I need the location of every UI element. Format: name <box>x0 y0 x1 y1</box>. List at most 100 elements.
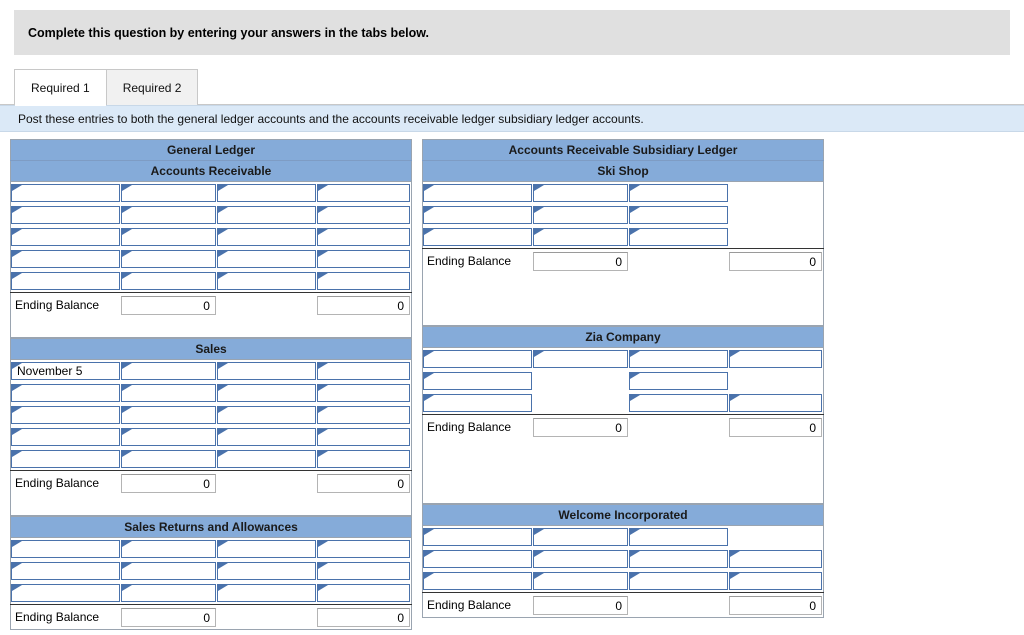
ledger-input-accounts-receivable-r3-c2[interactable] <box>120 228 216 246</box>
ledger-input-zia-company-r2-c1[interactable] <box>423 372 532 390</box>
ledger-input-welcome-incorporated-r3-c3[interactable] <box>629 572 729 590</box>
ledger-input-sales-r5-c1[interactable] <box>11 450 120 468</box>
ending-balance-spacer-cell <box>216 470 318 495</box>
ledger-input-sales-r1-c4[interactable] <box>317 362 410 380</box>
ledger-input-sales-returns-and-allowances-r2-c4[interactable] <box>317 562 410 580</box>
ledger-input-accounts-receivable-r2-c3[interactable] <box>216 206 317 224</box>
ledger-input-accounts-receivable-r1-c3[interactable] <box>216 184 317 202</box>
ledger-input-sales-returns-and-allowances-r3-c2[interactable] <box>120 584 216 602</box>
ledger-input-zia-company-r3-c4[interactable] <box>729 394 822 412</box>
ledger-input-sales-returns-and-allowances-r2-c2[interactable] <box>120 562 216 580</box>
ledger-input-sales-returns-and-allowances-r1-c3[interactable] <box>217 540 317 558</box>
ledger-input-accounts-receivable-r5-c1[interactable] <box>11 272 120 290</box>
ledger-cell <box>729 370 823 392</box>
question-banner: Complete this question by entering your … <box>14 10 1010 55</box>
ledger-input-accounts-receivable-r4-c4[interactable] <box>317 250 410 268</box>
ledger-input-welcome-incorporated-r3-c2[interactable] <box>532 572 628 590</box>
ledger-input-sales-returns-and-allowances-r2-c1[interactable] <box>11 562 120 580</box>
ledger-input-sales-r5-c4[interactable] <box>317 450 410 468</box>
ledger-input-accounts-receivable-r5-c3[interactable] <box>216 272 317 290</box>
ledger-input-sales-r3-c4[interactable] <box>317 406 410 424</box>
ledger-input-welcome-incorporated-r3-c1[interactable] <box>423 572 532 590</box>
ledger-input-sales-r5-c3[interactable] <box>216 450 317 468</box>
ledger-input-sales-returns-and-allowances-r1-c1[interactable] <box>11 540 120 558</box>
ledger-input-accounts-receivable-r1-c1[interactable] <box>11 184 120 202</box>
ledger-input-ski-shop-r1-c2[interactable] <box>532 184 628 202</box>
tab-required-2[interactable]: Required 2 <box>105 69 199 105</box>
ledger-input-accounts-receivable-r3-c4[interactable] <box>317 228 410 246</box>
ledger-input-sales-returns-and-allowances-r3-c4[interactable] <box>317 584 410 602</box>
ledger-input-sales-r1-c1[interactable]: November 5 <box>11 362 120 380</box>
ledger-input-zia-company-r3-c3[interactable] <box>628 394 729 412</box>
ledger-row <box>11 248 412 270</box>
ledger-input-accounts-receivable-r3-c3[interactable] <box>216 228 317 246</box>
ledger-cell <box>217 582 317 605</box>
ledger-cell <box>423 370 533 392</box>
ledger-input-zia-company-r1-c3[interactable] <box>628 350 729 368</box>
ledger-input-zia-company-r1-c2[interactable] <box>532 350 628 368</box>
ledger-input-welcome-incorporated-r1-c1[interactable] <box>423 528 532 546</box>
ledger-input-zia-company-r2-c3[interactable] <box>628 372 729 390</box>
ledger-input-accounts-receivable-r5-c2[interactable] <box>120 272 216 290</box>
ledger-input-accounts-receivable-r2-c1[interactable] <box>11 206 120 224</box>
ledger-input-ski-shop-r3-c1[interactable] <box>423 228 532 246</box>
ledger-input-welcome-incorporated-r1-c2[interactable] <box>532 528 628 546</box>
ending-balance-debit-cell: 0 <box>120 604 217 630</box>
ledger-input-accounts-receivable-r5-c4[interactable] <box>317 272 410 290</box>
ledger-input-sales-r1-c3[interactable] <box>216 362 317 380</box>
ledger-input-ski-shop-r2-c1[interactable] <box>423 206 532 224</box>
ledger-cell <box>216 404 317 426</box>
ledger-input-accounts-receivable-r1-c4[interactable] <box>317 184 410 202</box>
ledger-input-welcome-incorporated-r3-c4[interactable] <box>729 572 822 590</box>
ledger-cell <box>120 226 217 248</box>
ledger-input-ski-shop-r3-c3[interactable] <box>629 228 729 246</box>
ledger-input-sales-r2-c1[interactable] <box>11 384 120 402</box>
ledger-input-accounts-receivable-r2-c2[interactable] <box>120 206 216 224</box>
ledger-row <box>423 226 824 249</box>
ledger-input-sales-r1-c2[interactable] <box>120 362 216 380</box>
account-header-ski-shop: Ski Shop <box>422 160 824 182</box>
ledger-input-welcome-incorporated-r2-c4[interactable] <box>729 550 822 568</box>
ledger-input-sales-r4-c1[interactable] <box>11 428 120 446</box>
ledger-input-sales-returns-and-allowances-r1-c2[interactable] <box>120 540 216 558</box>
ledger-input-zia-company-r1-c1[interactable] <box>423 350 532 368</box>
ledger-input-sales-r2-c3[interactable] <box>216 384 317 402</box>
ledger-input-sales-r5-c2[interactable] <box>120 450 216 468</box>
instruction-text: Post these entries to both the general l… <box>18 111 644 126</box>
ledger-input-sales-returns-and-allowances-r3-c3[interactable] <box>217 584 317 602</box>
ledger-input-sales-returns-and-allowances-r2-c3[interactable] <box>217 562 317 580</box>
ledger-input-welcome-incorporated-r2-c3[interactable] <box>629 550 729 568</box>
ledger-input-sales-r4-c4[interactable] <box>317 428 410 446</box>
ledger-input-ski-shop-r1-c1[interactable] <box>423 184 532 202</box>
ledger-input-welcome-incorporated-r2-c1[interactable] <box>423 550 532 568</box>
tab-required-1[interactable]: Required 1 <box>14 69 107 106</box>
ledger-input-sales-r2-c2[interactable] <box>120 384 216 402</box>
ledger-input-accounts-receivable-r3-c1[interactable] <box>11 228 120 246</box>
ledger-input-zia-company-r3-c1[interactable] <box>423 394 532 412</box>
ledger-cell <box>11 582 121 605</box>
ledger-input-ski-shop-r2-c3[interactable] <box>629 206 729 224</box>
general-ledger-column: General Ledger Accounts Receivable Ending … <box>10 139 412 630</box>
ending-balance-label: Ending Balance <box>10 292 121 317</box>
ledger-input-accounts-receivable-r1-c2[interactable] <box>120 184 216 202</box>
ledger-input-accounts-receivable-r4-c3[interactable] <box>216 250 317 268</box>
ledger-input-ski-shop-r2-c2[interactable] <box>532 206 628 224</box>
ledger-input-accounts-receivable-r2-c4[interactable] <box>317 206 410 224</box>
ledger-input-sales-r2-c4[interactable] <box>317 384 410 402</box>
ledger-input-sales-r4-c2[interactable] <box>120 428 216 446</box>
ledger-input-sales-returns-and-allowances-r3-c1[interactable] <box>11 584 120 602</box>
ledger-input-ski-shop-r1-c3[interactable] <box>629 184 729 202</box>
ledger-input-sales-r3-c2[interactable] <box>120 406 216 424</box>
ledger-input-sales-r3-c1[interactable] <box>11 406 120 424</box>
ledger-input-zia-company-r1-c4[interactable] <box>729 350 822 368</box>
ledger-input-accounts-receivable-r4-c1[interactable] <box>11 250 120 268</box>
ledger-cell <box>423 348 533 371</box>
ledger-input-sales-returns-and-allowances-r1-c4[interactable] <box>317 540 410 558</box>
ledger-input-sales-r3-c3[interactable] <box>216 406 317 424</box>
ledger-input-welcome-incorporated-r2-c2[interactable] <box>532 550 628 568</box>
ledger-input-sales-r4-c3[interactable] <box>216 428 317 446</box>
ledger-input-ski-shop-r3-c2[interactable] <box>532 228 628 246</box>
ledger-input-welcome-incorporated-r1-c3[interactable] <box>629 528 729 546</box>
ledger-cell: November 5 <box>11 360 121 383</box>
ledger-input-accounts-receivable-r4-c2[interactable] <box>120 250 216 268</box>
